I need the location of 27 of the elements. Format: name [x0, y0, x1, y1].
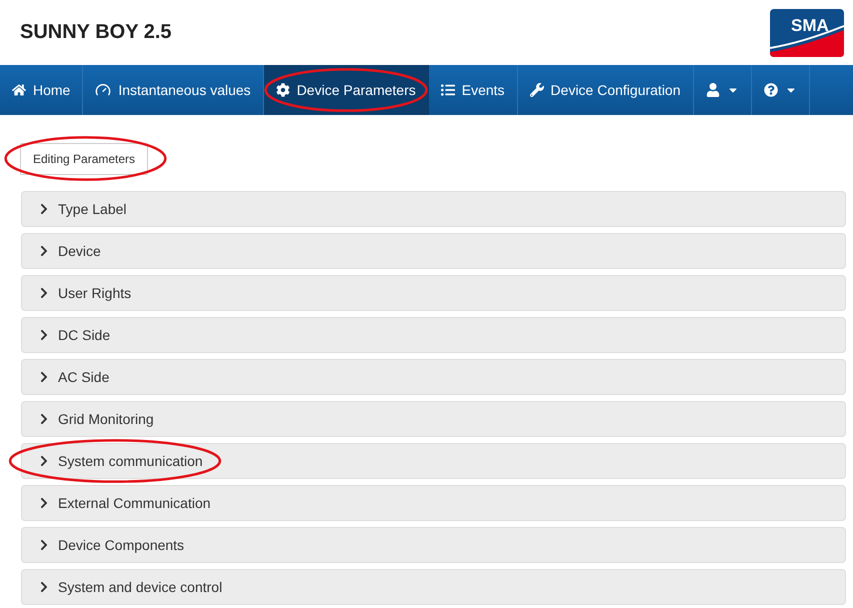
section-title: Device Components — [58, 537, 184, 553]
section-title: External Communication — [58, 495, 211, 511]
nav-tab[interactable]: Events — [428, 65, 518, 115]
section-title: DC Side — [58, 327, 110, 343]
section-title: System and device control — [58, 579, 222, 595]
editing-parameters-button[interactable]: Editing Parameters — [20, 143, 148, 175]
accordion-header[interactable]: Type Label — [21, 191, 846, 227]
section-title: Grid Monitoring — [58, 411, 154, 427]
section-title: AC Side — [58, 369, 110, 385]
accordion-header[interactable]: Device Components — [21, 527, 846, 563]
section-title: System communication — [58, 453, 203, 469]
nav-tab[interactable]: Device Parameters — [264, 65, 429, 115]
accordion-header[interactable]: Device — [21, 233, 846, 269]
accordion-header[interactable]: AC Side — [21, 359, 846, 395]
section-title: Type Label — [58, 201, 126, 217]
accordion-header[interactable]: System communication — [21, 443, 846, 479]
accordion-header[interactable]: DC Side — [21, 317, 846, 353]
accordion-header[interactable]: External Communication — [21, 485, 846, 521]
nav-tab[interactable]: Device Configuration — [518, 65, 694, 115]
page-title: SUNNY BOY 2.5 — [20, 21, 172, 44]
accordion-header[interactable]: System and device control — [21, 569, 846, 605]
section-title: Device — [58, 243, 101, 259]
nav-tab[interactable]: Home — [0, 65, 84, 115]
accordion-header[interactable]: Grid Monitoring — [21, 401, 846, 437]
section-title: User Rights — [58, 285, 132, 301]
accordion-header[interactable]: User Rights — [21, 275, 846, 311]
logo: SMA — [769, 8, 845, 58]
